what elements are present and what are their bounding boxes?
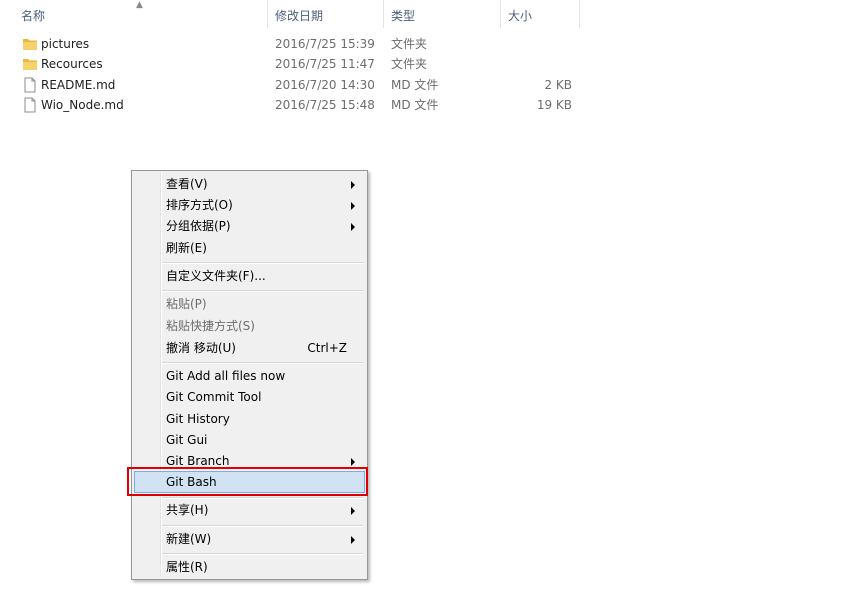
submenu-arrow-icon	[351, 181, 355, 189]
folder-icon	[23, 39, 37, 50]
column-modified-header[interactable]: 修改日期	[275, 8, 323, 24]
menu-item-label: Git Gui	[166, 433, 208, 447]
folder-icon	[23, 59, 37, 70]
column-divider[interactable]	[267, 0, 268, 28]
menu-separator	[162, 525, 363, 527]
menu-separator	[162, 290, 363, 292]
menu-item-label: 粘贴(P)	[166, 297, 207, 311]
menu-item-label: 新建(W)	[166, 532, 212, 546]
menu-item-label: 粘贴快捷方式(S)	[166, 319, 255, 333]
menu-item-customize-folder[interactable]: 自定义文件夹(F)...	[134, 265, 365, 287]
menu-separator	[162, 262, 363, 264]
menu-item-group[interactable]: 分组依据(P)	[134, 215, 365, 237]
file-row[interactable]: pictures 2016/7/25 15:39 文件夹	[0, 34, 580, 54]
file-type: MD 文件	[391, 98, 439, 112]
menu-item-git-commit-tool[interactable]: Git Commit Tool	[134, 386, 365, 408]
file-type: 文件夹	[391, 57, 428, 71]
file-modified: 2016/7/25 15:48	[275, 98, 375, 112]
document-icon	[24, 97, 36, 113]
column-type-header[interactable]: 类型	[391, 8, 415, 24]
submenu-arrow-icon	[351, 202, 355, 210]
menu-item-label: 共享(H)	[166, 503, 209, 517]
submenu-arrow-icon	[351, 507, 355, 515]
menu-item-paste-shortcut: 粘贴快捷方式(S)	[134, 315, 365, 337]
sort-ascending-icon: ▲	[136, 0, 143, 10]
menu-item-properties[interactable]: 属性(R)	[134, 556, 365, 578]
menu-item-label: Git History	[166, 412, 230, 426]
keyboard-shortcut: Ctrl+Z	[307, 341, 347, 355]
submenu-arrow-icon	[351, 458, 355, 466]
file-modified: 2016/7/25 11:47	[275, 57, 375, 71]
column-size-header[interactable]: 大小	[508, 8, 532, 24]
file-modified: 2016/7/20 14:30	[275, 78, 375, 92]
context-menu: 查看(V) 排序方式(O) 分组依据(P) 刷新(E) 自定义文件夹(F)...…	[131, 170, 368, 580]
menu-separator	[162, 553, 363, 555]
column-name-header[interactable]: 名称	[21, 8, 45, 24]
menu-item-paste: 粘贴(P)	[134, 293, 365, 315]
file-size: 19 KB	[536, 98, 572, 112]
menu-item-label: 刷新(E)	[166, 241, 207, 255]
file-size: 2 KB	[544, 78, 572, 92]
file-type: MD 文件	[391, 78, 439, 92]
column-divider[interactable]	[500, 0, 501, 28]
submenu-arrow-icon	[351, 536, 355, 544]
menu-item-git-gui[interactable]: Git Gui	[134, 429, 365, 451]
column-header: 名称 ▲ 修改日期 类型 大小	[0, 0, 580, 28]
menu-item-label: 查看(V)	[166, 177, 208, 191]
menu-separator	[162, 362, 363, 364]
menu-item-undo-move[interactable]: 撤消 移动(U) Ctrl+Z	[134, 337, 365, 359]
menu-item-git-add-all[interactable]: Git Add all files now	[134, 365, 365, 387]
file-type: 文件夹	[391, 37, 428, 51]
column-divider[interactable]	[579, 0, 580, 28]
annotation-highlight-box	[127, 467, 368, 496]
menu-item-label: Git Add all files now	[166, 369, 286, 383]
menu-item-sort[interactable]: 排序方式(O)	[134, 194, 365, 216]
menu-item-new[interactable]: 新建(W)	[134, 528, 365, 550]
menu-item-view[interactable]: 查看(V)	[134, 173, 365, 195]
menu-item-label: 分组依据(P)	[166, 219, 231, 233]
document-icon	[24, 77, 36, 93]
file-row[interactable]: Wio_Node.md 2016/7/25 15:48 MD 文件 19 KB	[0, 95, 580, 115]
menu-item-label: Git Commit Tool	[166, 390, 262, 404]
file-modified: 2016/7/25 15:39	[275, 37, 375, 51]
menu-item-label: 属性(R)	[166, 560, 208, 574]
menu-item-refresh[interactable]: 刷新(E)	[134, 237, 365, 259]
file-name: pictures	[41, 37, 90, 51]
file-name: README.md	[41, 78, 116, 92]
column-divider[interactable]	[383, 0, 384, 28]
menu-item-label: 自定义文件夹(F)...	[166, 269, 266, 283]
file-name: Recources	[41, 57, 103, 71]
file-name: Wio_Node.md	[41, 98, 124, 112]
menu-item-git-history[interactable]: Git History	[134, 408, 365, 430]
menu-item-label: 排序方式(O)	[166, 198, 233, 212]
menu-item-label: 撤消 移动(U)	[166, 341, 236, 355]
file-row[interactable]: Recources 2016/7/25 11:47 文件夹	[0, 54, 580, 74]
menu-item-share[interactable]: 共享(H)	[134, 499, 365, 521]
file-row[interactable]: README.md 2016/7/20 14:30 MD 文件 2 KB	[0, 75, 580, 95]
submenu-arrow-icon	[351, 223, 355, 231]
